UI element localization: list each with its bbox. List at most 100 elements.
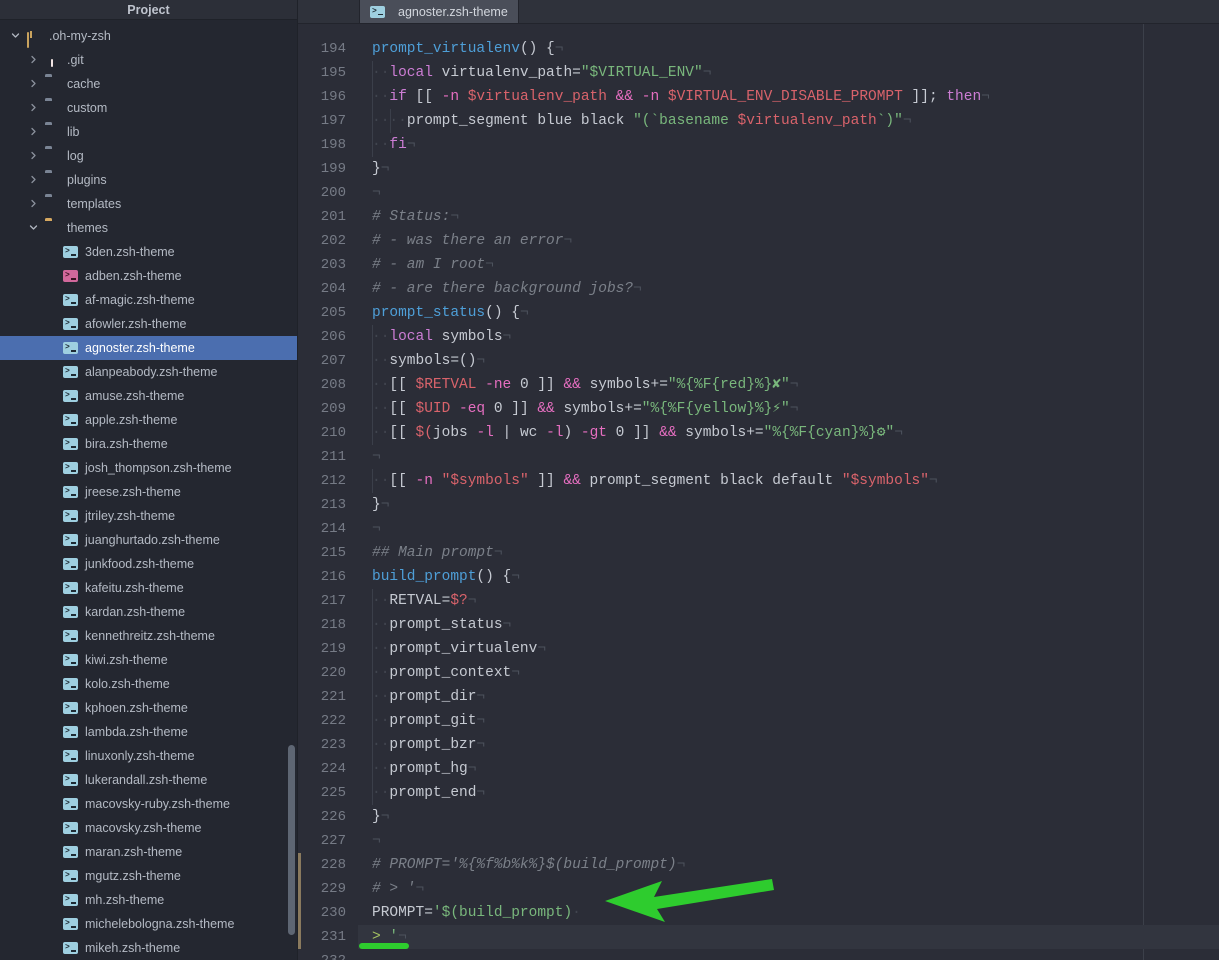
- code-line-206[interactable]: ··local symbols¬: [358, 325, 1219, 349]
- code-line-194[interactable]: prompt_virtualenv() {¬: [358, 37, 1219, 61]
- chevron-right-icon[interactable]: [26, 77, 40, 91]
- tree-item-kafeitu-zsh-theme[interactable]: > kafeitu.zsh-theme: [0, 576, 297, 600]
- code-line-216[interactable]: build_prompt() {¬: [358, 565, 1219, 589]
- code-token: 0 ]]: [606, 425, 660, 441]
- sidebar-scrollbar-track[interactable]: [288, 20, 296, 960]
- tree-item-kiwi-zsh-theme[interactable]: > kiwi.zsh-theme: [0, 648, 297, 672]
- chevron-right-icon[interactable]: [26, 149, 40, 163]
- tree-item-kardan-zsh-theme[interactable]: > kardan.zsh-theme: [0, 600, 297, 624]
- chevron-right-icon[interactable]: [26, 173, 40, 187]
- chevron-right-icon[interactable]: [26, 197, 40, 211]
- tab-agnoster-zsh-theme[interactable]: > agnoster.zsh-theme: [360, 0, 519, 23]
- tree-item-custom[interactable]: custom: [0, 96, 297, 120]
- code-line-199[interactable]: }¬: [358, 157, 1219, 181]
- code-line-208[interactable]: ··[[ $RETVAL -ne 0 ]] && symbols+="%{%F{…: [358, 373, 1219, 397]
- code-line-214[interactable]: ¬: [358, 517, 1219, 541]
- line-number-gutter[interactable]: 194 195 196 197 198 199 200 201 202 203 204 205 206 2…: [298, 24, 358, 960]
- tree-item-macovsky-zsh-theme[interactable]: > macovsky.zsh-theme: [0, 816, 297, 840]
- code-line-227[interactable]: ¬: [358, 829, 1219, 853]
- code-line-217[interactable]: ··RETVAL=$?¬: [358, 589, 1219, 613]
- tree-item-afowler-zsh-theme[interactable]: > afowler.zsh-theme: [0, 312, 297, 336]
- tree-item-adben-zsh-theme[interactable]: > adben.zsh-theme: [0, 264, 297, 288]
- tree-item-cache[interactable]: cache: [0, 72, 297, 96]
- chevron-down-icon[interactable]: [8, 29, 22, 43]
- code-line-219[interactable]: ··prompt_virtualenv¬: [358, 637, 1219, 661]
- tree-item-mikeh-zsh-theme[interactable]: > mikeh.zsh-theme: [0, 936, 297, 960]
- tree-item-michelebologna-zsh-theme[interactable]: > michelebologna.zsh-theme: [0, 912, 297, 936]
- project-tree[interactable]: .oh-my-zsh .git cache custom lib log plugins te…: [0, 20, 297, 960]
- tree-item-themes[interactable]: themes: [0, 216, 297, 240]
- code-line-200[interactable]: ¬: [358, 181, 1219, 205]
- tree-item-josh-thompson-zsh-theme[interactable]: > josh_thompson.zsh-theme: [0, 456, 297, 480]
- code-line-197[interactable]: ····prompt_segment blue black "(`basenam…: [358, 109, 1219, 133]
- tree-item-bira-zsh-theme[interactable]: > bira.zsh-theme: [0, 432, 297, 456]
- chevron-down-icon[interactable]: [26, 221, 40, 235]
- code-line-212[interactable]: ··[[ -n "$symbols" ]] && prompt_segment …: [358, 469, 1219, 493]
- code-line-226[interactable]: }¬: [358, 805, 1219, 829]
- tree-item-log[interactable]: log: [0, 144, 297, 168]
- code-line-205[interactable]: prompt_status() {¬: [358, 301, 1219, 325]
- indent-guide: [372, 613, 373, 637]
- tree-item-linuxonly-zsh-theme[interactable]: > linuxonly.zsh-theme: [0, 744, 297, 768]
- code-token: symbols+=: [580, 377, 668, 393]
- tree-item-3den-zsh-theme[interactable]: >3den.zsh-theme: [0, 240, 297, 264]
- code-line-221[interactable]: ··prompt_dir¬: [358, 685, 1219, 709]
- tree-item-kennethreitz-zsh-theme[interactable]: > kennethreitz.zsh-theme: [0, 624, 297, 648]
- code-line-220[interactable]: ··prompt_context¬: [358, 661, 1219, 685]
- code-token: ¬: [519, 305, 529, 321]
- tree-item-juanghurtado-zsh-theme[interactable]: > juanghurtado.zsh-theme: [0, 528, 297, 552]
- chevron-right-icon[interactable]: [26, 53, 40, 67]
- code-line-232[interactable]: [358, 949, 1219, 960]
- code-line-230[interactable]: PROMPT='$(build_prompt)·: [358, 901, 1219, 925]
- tree-item-agnoster-zsh-theme[interactable]: > agnoster.zsh-theme: [0, 336, 297, 360]
- code-line-195[interactable]: ··local virtualenv_path="$VIRTUAL_ENV"¬: [358, 61, 1219, 85]
- shell-file-icon: >: [63, 436, 79, 452]
- tree-item-amuse-zsh-theme[interactable]: > amuse.zsh-theme: [0, 384, 297, 408]
- code-line-202[interactable]: # - was there an error¬: [358, 229, 1219, 253]
- code-line-231[interactable]: > '¬: [358, 925, 1219, 949]
- code-line-228[interactable]: # PROMPT='%{%f%b%k%}$(build_prompt)¬: [358, 853, 1219, 877]
- tree-item-apple-zsh-theme[interactable]: > apple.zsh-theme: [0, 408, 297, 432]
- code-line-207[interactable]: ··symbols=()¬: [358, 349, 1219, 373]
- code-line-201[interactable]: # Status:¬: [358, 205, 1219, 229]
- code-line-224[interactable]: ··prompt_hg¬: [358, 757, 1219, 781]
- tree-item-lib[interactable]: lib: [0, 120, 297, 144]
- chevron-right-icon[interactable]: [26, 101, 40, 115]
- tree-item-lukerandall-zsh-theme[interactable]: > lukerandall.zsh-theme: [0, 768, 297, 792]
- tree-item--oh-my-zsh[interactable]: .oh-my-zsh: [0, 24, 297, 48]
- code-line-229[interactable]: # > '¬: [358, 877, 1219, 901]
- tree-item-mgutz-zsh-theme[interactable]: > mgutz.zsh-theme: [0, 864, 297, 888]
- code-lines[interactable]: prompt_virtualenv() {¬ ··local virtualenv…: [358, 24, 1219, 960]
- tree-item-jreese-zsh-theme[interactable]: > jreese.zsh-theme: [0, 480, 297, 504]
- tree-item-af-magic-zsh-theme[interactable]: > af-magic.zsh-theme: [0, 288, 297, 312]
- tree-item-macovsky-ruby-zsh-theme[interactable]: > macovsky-ruby.zsh-theme: [0, 792, 297, 816]
- code-line-203[interactable]: # - am I root¬: [358, 253, 1219, 277]
- sidebar-scrollbar-thumb[interactable]: [288, 745, 295, 935]
- code-token: ··: [372, 617, 390, 633]
- code-editor[interactable]: 194 195 196 197 198 199 200 201 202 203 204 205 206 2…: [298, 24, 1219, 960]
- tree-item-mh-zsh-theme[interactable]: > mh.zsh-theme: [0, 888, 297, 912]
- code-line-209[interactable]: ··[[ $UID -eq 0 ]] && symbols+="%{%F{yel…: [358, 397, 1219, 421]
- tree-item--git[interactable]: .git: [0, 48, 297, 72]
- code-line-213[interactable]: }¬: [358, 493, 1219, 517]
- code-line-198[interactable]: ··fi¬: [358, 133, 1219, 157]
- code-line-211[interactable]: ¬: [358, 445, 1219, 469]
- tree-item-kphoen-zsh-theme[interactable]: > kphoen.zsh-theme: [0, 696, 297, 720]
- code-line-222[interactable]: ··prompt_git¬: [358, 709, 1219, 733]
- tree-item-lambda-zsh-theme[interactable]: > lambda.zsh-theme: [0, 720, 297, 744]
- tree-item-maran-zsh-theme[interactable]: > maran.zsh-theme: [0, 840, 297, 864]
- code-line-215[interactable]: ## Main prompt¬: [358, 541, 1219, 565]
- code-line-204[interactable]: # - are there background jobs?¬: [358, 277, 1219, 301]
- tree-item-alanpeabody-zsh-theme[interactable]: > alanpeabody.zsh-theme: [0, 360, 297, 384]
- tree-item-jtriley-zsh-theme[interactable]: > jtriley.zsh-theme: [0, 504, 297, 528]
- code-line-210[interactable]: ··[[ $(jobs -l | wc -l) -gt 0 ]] && symb…: [358, 421, 1219, 445]
- tree-item-templates[interactable]: templates: [0, 192, 297, 216]
- code-line-196[interactable]: ··if [[ -n $virtualenv_path && -n $VIRTU…: [358, 85, 1219, 109]
- tree-item-plugins[interactable]: plugins: [0, 168, 297, 192]
- chevron-right-icon[interactable]: [26, 125, 40, 139]
- code-line-218[interactable]: ··prompt_status¬: [358, 613, 1219, 637]
- tree-item-kolo-zsh-theme[interactable]: > kolo.zsh-theme: [0, 672, 297, 696]
- code-line-223[interactable]: ··prompt_bzr¬: [358, 733, 1219, 757]
- code-line-225[interactable]: ··prompt_end¬: [358, 781, 1219, 805]
- tree-item-junkfood-zsh-theme[interactable]: > junkfood.zsh-theme: [0, 552, 297, 576]
